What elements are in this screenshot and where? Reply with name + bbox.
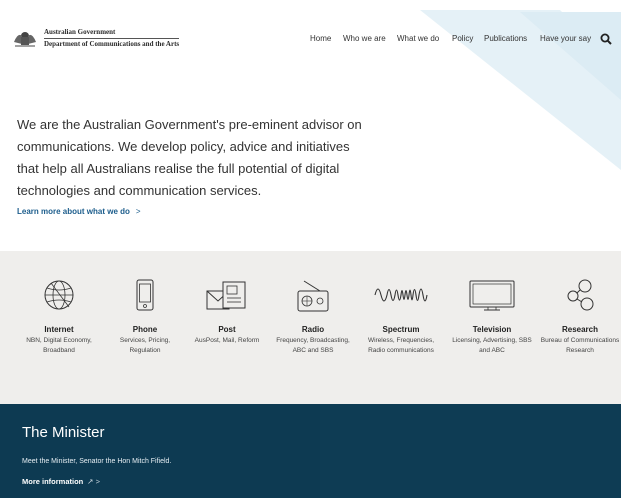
- more-information-link[interactable]: More information ↗ >: [22, 477, 100, 486]
- site-header: Australian Government Department of Comm…: [0, 0, 621, 80]
- phone-icon: [136, 279, 154, 311]
- topic-title: Research: [561, 325, 599, 334]
- globe-icon: [44, 280, 74, 310]
- topic-description: Licensing, Advertising, SBS and ABC: [452, 337, 532, 354]
- topic-title: Spectrum: [382, 325, 420, 334]
- government-logo[interactable]: Australian Government Department of Comm…: [12, 28, 180, 48]
- more-information-label: More information: [22, 477, 84, 486]
- network-icon: [567, 279, 594, 311]
- minister-heading: The Minister: [22, 424, 105, 441]
- minister-image-panel: [320, 404, 621, 498]
- topic-description: Wireless, Frequencies, Radio communicati…: [367, 337, 435, 354]
- mail-icon: [206, 281, 246, 310]
- topic-title: Post: [218, 325, 236, 334]
- minister-description: Meet the Minister, Senator the Hon Mitch…: [22, 458, 172, 465]
- search-icon[interactable]: [600, 33, 612, 45]
- intro-paragraph: We are the Australian Government's pre-e…: [17, 117, 362, 198]
- topic-title: Radio: [301, 325, 325, 334]
- radio-icon: [297, 280, 329, 312]
- topics-section: Internet NBN, Digital Economy, Broadband…: [0, 251, 621, 404]
- learn-more-link[interactable]: Learn more about what we do >: [17, 207, 141, 216]
- topic-description: Bureau of Communications Research: [540, 337, 620, 354]
- nav-item-who-we-are[interactable]: Who we are: [343, 34, 386, 43]
- topic-title: Television: [472, 325, 512, 334]
- nav-item-home[interactable]: Home: [310, 34, 331, 43]
- wave-icon: [374, 288, 428, 302]
- nav-item-have-your-say[interactable]: Have your say: [540, 34, 591, 43]
- chevron-right-icon: >: [135, 207, 141, 216]
- topic-description: NBN, Digital Economy, Broadband: [26, 337, 92, 354]
- topic-title: Phone: [132, 325, 158, 334]
- learn-more-label: Learn more about what we do: [17, 207, 130, 216]
- logo-government-text: Australian Government: [44, 28, 180, 39]
- topic-description: AusPost, Mail, Reform: [194, 337, 260, 344]
- tv-icon: [469, 280, 515, 311]
- external-link-icon: ↗ >: [87, 477, 100, 486]
- logo-department-text: Department of Communications and the Art…: [44, 39, 180, 48]
- nav-item-what-we-do[interactable]: What we do: [397, 34, 439, 43]
- topic-title: Internet: [44, 325, 74, 334]
- topic-description: Services, Pricing, Regulation: [119, 337, 171, 354]
- nav-item-policy[interactable]: Policy: [452, 34, 473, 43]
- nav-item-publications[interactable]: Publications: [484, 34, 527, 43]
- coat-of-arms-icon: [14, 32, 36, 47]
- topic-description: Frequency, Broadcasting, ABC and SBS: [276, 337, 350, 354]
